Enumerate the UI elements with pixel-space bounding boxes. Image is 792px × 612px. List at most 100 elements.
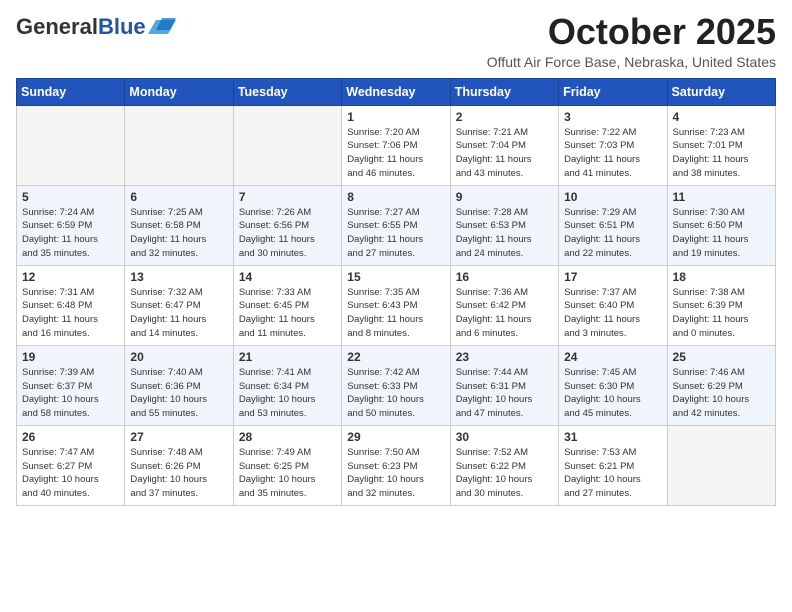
- day-number: 5: [22, 190, 119, 204]
- day-cell: 26 Sunrise: 7:47 AM Sunset: 6:27 PM Dayli…: [17, 425, 125, 505]
- day-info: Sunrise: 7:26 AM Sunset: 6:56 PM Dayligh…: [239, 206, 336, 261]
- day-cell: 28 Sunrise: 7:49 AM Sunset: 6:25 PM Dayli…: [233, 425, 341, 505]
- day-info: Sunrise: 7:48 AM Sunset: 6:26 PM Dayligh…: [130, 446, 227, 501]
- day-cell: 13 Sunrise: 7:32 AM Sunset: 6:47 PM Dayli…: [125, 265, 233, 345]
- day-number: 30: [456, 430, 553, 444]
- day-cell: 2Sunrise: 7:21 AM Sunset: 7:04 PM Daylig…: [450, 105, 558, 185]
- day-number: 25: [673, 350, 770, 364]
- day-cell: 6 Sunrise: 7:25 AM Sunset: 6:58 PM Daylig…: [125, 185, 233, 265]
- column-header-thursday: Thursday: [450, 78, 558, 105]
- day-info: Sunrise: 7:20 AM Sunset: 7:06 PM Dayligh…: [347, 126, 444, 181]
- day-cell: 1 Sunrise: 7:20 AM Sunset: 7:06 PM Daylig…: [342, 105, 450, 185]
- day-cell: 8 Sunrise: 7:27 AM Sunset: 6:55 PM Daylig…: [342, 185, 450, 265]
- day-info: Sunrise: 7:33 AM Sunset: 6:45 PM Dayligh…: [239, 286, 336, 341]
- day-info: Sunrise: 7:38 AM Sunset: 6:39 PM Dayligh…: [673, 286, 770, 341]
- column-header-tuesday: Tuesday: [233, 78, 341, 105]
- day-info: Sunrise: 7:49 AM Sunset: 6:25 PM Dayligh…: [239, 446, 336, 501]
- day-info: Sunrise: 7:50 AM Sunset: 6:23 PM Dayligh…: [347, 446, 444, 501]
- day-number: 26: [22, 430, 119, 444]
- day-info: Sunrise: 7:39 AM Sunset: 6:37 PM Dayligh…: [22, 366, 119, 421]
- day-cell: 11 Sunrise: 7:30 AM Sunset: 6:50 PM Dayli…: [667, 185, 775, 265]
- day-number: 7: [239, 190, 336, 204]
- column-header-saturday: Saturday: [667, 78, 775, 105]
- day-info: Sunrise: 7:40 AM Sunset: 6:36 PM Dayligh…: [130, 366, 227, 421]
- day-number: 9: [456, 190, 553, 204]
- day-number: 20: [130, 350, 227, 364]
- column-header-wednesday: Wednesday: [342, 78, 450, 105]
- day-number: 21: [239, 350, 336, 364]
- week-row-2: 5 Sunrise: 7:24 AM Sunset: 6:59 PM Daylig…: [17, 185, 776, 265]
- week-row-1: 1 Sunrise: 7:20 AM Sunset: 7:06 PM Daylig…: [17, 105, 776, 185]
- week-row-3: 12 Sunrise: 7:31 AM Sunset: 6:48 PM Dayli…: [17, 265, 776, 345]
- day-cell: 21 Sunrise: 7:41 AM Sunset: 6:34 PM Dayli…: [233, 345, 341, 425]
- day-cell: 12 Sunrise: 7:31 AM Sunset: 6:48 PM Dayli…: [17, 265, 125, 345]
- day-info: Sunrise: 7:24 AM Sunset: 6:59 PM Dayligh…: [22, 206, 119, 261]
- column-header-sunday: Sunday: [17, 78, 125, 105]
- day-cell: 19 Sunrise: 7:39 AM Sunset: 6:37 PM Dayli…: [17, 345, 125, 425]
- logo: GeneralBlue: [16, 16, 176, 38]
- day-info: Sunrise: 7:31 AM Sunset: 6:48 PM Dayligh…: [22, 286, 119, 341]
- day-number: 16: [456, 270, 553, 284]
- day-info: Sunrise: 7:47 AM Sunset: 6:27 PM Dayligh…: [22, 446, 119, 501]
- day-number: 27: [130, 430, 227, 444]
- day-info: Sunrise: 7:53 AM Sunset: 6:21 PM Dayligh…: [564, 446, 661, 501]
- week-row-4: 19 Sunrise: 7:39 AM Sunset: 6:37 PM Dayli…: [17, 345, 776, 425]
- day-info: Sunrise: 7:41 AM Sunset: 6:34 PM Dayligh…: [239, 366, 336, 421]
- day-info: Sunrise: 7:46 AM Sunset: 6:29 PM Dayligh…: [673, 366, 770, 421]
- logo-text: GeneralBlue: [16, 16, 146, 38]
- logo-icon: [148, 16, 176, 38]
- day-number: 1: [347, 110, 444, 124]
- day-cell: [667, 425, 775, 505]
- day-cell: 16 Sunrise: 7:36 AM Sunset: 6:42 PM Dayli…: [450, 265, 558, 345]
- day-number: 12: [22, 270, 119, 284]
- day-number: 17: [564, 270, 661, 284]
- day-number: 19: [22, 350, 119, 364]
- column-header-monday: Monday: [125, 78, 233, 105]
- day-info: Sunrise: 7:27 AM Sunset: 6:55 PM Dayligh…: [347, 206, 444, 261]
- day-cell: 9Sunrise: 7:28 AM Sunset: 6:53 PM Daylig…: [450, 185, 558, 265]
- day-cell: 18 Sunrise: 7:38 AM Sunset: 6:39 PM Dayli…: [667, 265, 775, 345]
- day-info: Sunrise: 7:23 AM Sunset: 7:01 PM Dayligh…: [673, 126, 770, 181]
- day-info: Sunrise: 7:45 AM Sunset: 6:30 PM Dayligh…: [564, 366, 661, 421]
- day-number: 11: [673, 190, 770, 204]
- day-number: 23: [456, 350, 553, 364]
- day-info: Sunrise: 7:37 AM Sunset: 6:40 PM Dayligh…: [564, 286, 661, 341]
- day-number: 13: [130, 270, 227, 284]
- day-number: 22: [347, 350, 444, 364]
- day-info: Sunrise: 7:32 AM Sunset: 6:47 PM Dayligh…: [130, 286, 227, 341]
- day-cell: 24 Sunrise: 7:45 AM Sunset: 6:30 PM Dayli…: [559, 345, 667, 425]
- day-cell: 31 Sunrise: 7:53 AM Sunset: 6:21 PM Dayli…: [559, 425, 667, 505]
- day-number: 4: [673, 110, 770, 124]
- day-number: 24: [564, 350, 661, 364]
- day-number: 28: [239, 430, 336, 444]
- day-number: 31: [564, 430, 661, 444]
- day-info: Sunrise: 7:35 AM Sunset: 6:43 PM Dayligh…: [347, 286, 444, 341]
- day-info: Sunrise: 7:36 AM Sunset: 6:42 PM Dayligh…: [456, 286, 553, 341]
- day-cell: 3Sunrise: 7:22 AM Sunset: 7:03 PM Daylig…: [559, 105, 667, 185]
- day-number: 6: [130, 190, 227, 204]
- day-cell: 30Sunrise: 7:52 AM Sunset: 6:22 PM Dayli…: [450, 425, 558, 505]
- day-number: 18: [673, 270, 770, 284]
- title-section: October 2025 Offutt Air Force Base, Nebr…: [487, 12, 776, 70]
- day-cell: 15Sunrise: 7:35 AM Sunset: 6:43 PM Dayli…: [342, 265, 450, 345]
- day-cell: 17 Sunrise: 7:37 AM Sunset: 6:40 PM Dayli…: [559, 265, 667, 345]
- day-cell: [233, 105, 341, 185]
- month-title: October 2025: [487, 12, 776, 52]
- column-header-friday: Friday: [559, 78, 667, 105]
- week-row-5: 26 Sunrise: 7:47 AM Sunset: 6:27 PM Dayli…: [17, 425, 776, 505]
- day-cell: 29Sunrise: 7:50 AM Sunset: 6:23 PM Dayli…: [342, 425, 450, 505]
- day-info: Sunrise: 7:44 AM Sunset: 6:31 PM Dayligh…: [456, 366, 553, 421]
- day-info: Sunrise: 7:29 AM Sunset: 6:51 PM Dayligh…: [564, 206, 661, 261]
- calendar-table: SundayMondayTuesdayWednesdayThursdayFrid…: [16, 78, 776, 506]
- day-cell: 5 Sunrise: 7:24 AM Sunset: 6:59 PM Daylig…: [17, 185, 125, 265]
- day-info: Sunrise: 7:30 AM Sunset: 6:50 PM Dayligh…: [673, 206, 770, 261]
- day-cell: 25 Sunrise: 7:46 AM Sunset: 6:29 PM Dayli…: [667, 345, 775, 425]
- header: GeneralBlue October 2025 Offutt Air Forc…: [16, 12, 776, 70]
- day-info: Sunrise: 7:42 AM Sunset: 6:33 PM Dayligh…: [347, 366, 444, 421]
- day-info: Sunrise: 7:22 AM Sunset: 7:03 PM Dayligh…: [564, 126, 661, 181]
- day-info: Sunrise: 7:25 AM Sunset: 6:58 PM Dayligh…: [130, 206, 227, 261]
- header-row: SundayMondayTuesdayWednesdayThursdayFrid…: [17, 78, 776, 105]
- day-number: 8: [347, 190, 444, 204]
- day-cell: 4 Sunrise: 7:23 AM Sunset: 7:01 PM Daylig…: [667, 105, 775, 185]
- location: Offutt Air Force Base, Nebraska, United …: [487, 54, 776, 70]
